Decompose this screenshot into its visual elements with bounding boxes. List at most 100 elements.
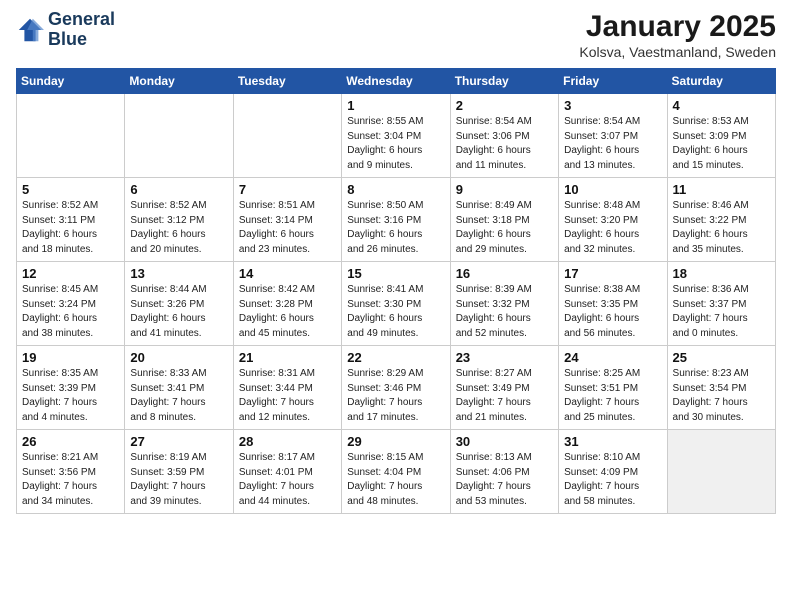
day-info: Sunrise: 8:49 AMSunset: 3:18 PMDaylight:… <box>456 199 553 257</box>
calendar-cell: 5 Sunrise: 8:52 AMSunset: 3:11 PMDaylight… <box>17 178 125 262</box>
day-number: 24 <box>564 350 661 365</box>
weekday-header: Thursday <box>450 69 558 94</box>
day-info: Sunrise: 8:44 AMSunset: 3:26 PMDaylight:… <box>130 283 227 341</box>
day-number: 9 <box>456 182 553 197</box>
calendar-cell: 13 Sunrise: 8:44 AMSunset: 3:26 PMDayligh… <box>125 262 233 346</box>
logo-icon <box>16 16 44 44</box>
day-number: 21 <box>239 350 336 365</box>
header: General Blue January 2025 Kolsva, Vaestm… <box>16 10 776 60</box>
day-number: 13 <box>130 266 227 281</box>
calendar-week-row: 26 Sunrise: 8:21 AMSunset: 3:56 PMDayligh… <box>17 430 776 514</box>
day-number: 10 <box>564 182 661 197</box>
calendar-table: SundayMondayTuesdayWednesdayThursdayFrid… <box>16 68 776 514</box>
day-number: 28 <box>239 434 336 449</box>
calendar-cell: 12Sunrise: 8:45 AMSunset: 3:24 PMDayligh… <box>17 262 125 346</box>
day-number: 11 <box>673 182 770 197</box>
day-info: Sunrise: 8:19 AMSunset: 3:59 PMDaylight:… <box>130 451 227 509</box>
day-number: 3 <box>564 98 661 113</box>
calendar-cell: 20Sunrise: 8:33 AMSunset: 3:41 PMDayligh… <box>125 346 233 430</box>
calendar-cell: 6Sunrise: 8:52 AMSunset: 3:12 PMDaylight… <box>125 178 233 262</box>
day-number: 5 <box>22 182 119 197</box>
day-number: 7 <box>239 182 336 197</box>
calendar-cell: 31Sunrise: 8:10 AMSunset: 4:09 PMDayligh… <box>559 430 667 514</box>
day-info: Sunrise: 8:33 AMSunset: 3:41 PMDaylight:… <box>130 367 227 425</box>
day-info: Sunrise: 8:51 AMSunset: 3:14 PMDaylight:… <box>239 199 336 257</box>
calendar-cell: 28Sunrise: 8:17 AMSunset: 4:01 PMDayligh… <box>233 430 341 514</box>
day-info: Sunrise: 8:23 AMSunset: 3:54 PMDaylight:… <box>673 367 770 425</box>
day-info: Sunrise: 8:38 AMSunset: 3:35 PMDaylight:… <box>564 283 661 341</box>
day-info: Sunrise: 8:15 AMSunset: 4:04 PMDaylight:… <box>347 451 444 509</box>
calendar-week-row: 5 Sunrise: 8:52 AMSunset: 3:11 PMDaylight… <box>17 178 776 262</box>
day-info: Sunrise: 8:45 AMSunset: 3:24 PMDaylight:… <box>22 283 119 341</box>
calendar-cell: 29Sunrise: 8:15 AMSunset: 4:04 PMDayligh… <box>342 430 450 514</box>
day-info: Sunrise: 8:35 AMSunset: 3:39 PMDaylight:… <box>22 367 119 425</box>
day-info: Sunrise: 8:13 AMSunset: 4:06 PMDaylight:… <box>456 451 553 509</box>
day-number: 15 <box>347 266 444 281</box>
day-info: Sunrise: 8:53 AMSunset: 3:09 PMDaylight:… <box>673 115 770 173</box>
calendar-cell: 8 Sunrise: 8:50 AMSunset: 3:16 PMDaylight… <box>342 178 450 262</box>
calendar-cell: 7 Sunrise: 8:51 AMSunset: 3:14 PMDaylight… <box>233 178 341 262</box>
weekday-header: Friday <box>559 69 667 94</box>
calendar-cell: 30 Sunrise: 8:13 AMSunset: 4:06 PMDayligh… <box>450 430 558 514</box>
calendar-cell <box>125 94 233 178</box>
calendar-cell: 4 Sunrise: 8:53 AMSunset: 3:09 PMDaylight… <box>667 94 775 178</box>
day-info: Sunrise: 8:31 AMSunset: 3:44 PMDaylight:… <box>239 367 336 425</box>
location: Kolsva, Vaestmanland, Sweden <box>579 44 776 60</box>
day-number: 17 <box>564 266 661 281</box>
logo: General Blue <box>16 10 115 50</box>
day-info: Sunrise: 8:39 AMSunset: 3:32 PMDaylight:… <box>456 283 553 341</box>
day-info: Sunrise: 8:48 AMSunset: 3:20 PMDaylight:… <box>564 199 661 257</box>
calendar-cell: 21 Sunrise: 8:31 AMSunset: 3:44 PMDayligh… <box>233 346 341 430</box>
calendar-cell: 27 Sunrise: 8:19 AMSunset: 3:59 PMDayligh… <box>125 430 233 514</box>
calendar-cell: 11 Sunrise: 8:46 AMSunset: 3:22 PMDayligh… <box>667 178 775 262</box>
day-info: Sunrise: 8:25 AMSunset: 3:51 PMDaylight:… <box>564 367 661 425</box>
calendar-cell: 22 Sunrise: 8:29 AMSunset: 3:46 PMDayligh… <box>342 346 450 430</box>
day-number: 18 <box>673 266 770 281</box>
calendar-week-row: 1Sunrise: 8:55 AMSunset: 3:04 PMDaylight… <box>17 94 776 178</box>
calendar-cell: 9 Sunrise: 8:49 AMSunset: 3:18 PMDaylight… <box>450 178 558 262</box>
day-number: 30 <box>456 434 553 449</box>
day-number: 31 <box>564 434 661 449</box>
day-info: Sunrise: 8:21 AMSunset: 3:56 PMDaylight:… <box>22 451 119 509</box>
calendar-cell <box>233 94 341 178</box>
calendar-cell: 14 Sunrise: 8:42 AMSunset: 3:28 PMDayligh… <box>233 262 341 346</box>
day-number: 26 <box>22 434 119 449</box>
day-info: Sunrise: 8:55 AMSunset: 3:04 PMDaylight:… <box>347 115 444 173</box>
day-info: Sunrise: 8:52 AMSunset: 3:11 PMDaylight:… <box>22 199 119 257</box>
day-number: 22 <box>347 350 444 365</box>
day-number: 4 <box>673 98 770 113</box>
calendar-cell: 2Sunrise: 8:54 AMSunset: 3:06 PMDaylight… <box>450 94 558 178</box>
day-number: 23 <box>456 350 553 365</box>
calendar-cell: 24 Sunrise: 8:25 AMSunset: 3:51 PMDayligh… <box>559 346 667 430</box>
day-info: Sunrise: 8:52 AMSunset: 3:12 PMDaylight:… <box>130 199 227 257</box>
title-block: January 2025 Kolsva, Vaestmanland, Swede… <box>579 10 776 60</box>
day-number: 14 <box>239 266 336 281</box>
calendar-cell: 15 Sunrise: 8:41 AMSunset: 3:30 PMDayligh… <box>342 262 450 346</box>
calendar-cell: 10 Sunrise: 8:48 AMSunset: 3:20 PMDayligh… <box>559 178 667 262</box>
calendar-header-row: SundayMondayTuesdayWednesdayThursdayFrid… <box>17 69 776 94</box>
calendar-cell: 26 Sunrise: 8:21 AMSunset: 3:56 PMDayligh… <box>17 430 125 514</box>
day-info: Sunrise: 8:46 AMSunset: 3:22 PMDaylight:… <box>673 199 770 257</box>
day-info: Sunrise: 8:50 AMSunset: 3:16 PMDaylight:… <box>347 199 444 257</box>
day-number: 25 <box>673 350 770 365</box>
logo-line2: Blue <box>48 30 115 50</box>
month-title: January 2025 <box>579 10 776 44</box>
logo-text: General Blue <box>48 10 115 50</box>
day-number: 8 <box>347 182 444 197</box>
weekday-header: Monday <box>125 69 233 94</box>
day-number: 27 <box>130 434 227 449</box>
calendar-week-row: 12Sunrise: 8:45 AMSunset: 3:24 PMDayligh… <box>17 262 776 346</box>
calendar-cell: 1Sunrise: 8:55 AMSunset: 3:04 PMDaylight… <box>342 94 450 178</box>
day-info: Sunrise: 8:41 AMSunset: 3:30 PMDaylight:… <box>347 283 444 341</box>
logo-line1: General <box>48 10 115 30</box>
day-info: Sunrise: 8:42 AMSunset: 3:28 PMDaylight:… <box>239 283 336 341</box>
weekday-header: Wednesday <box>342 69 450 94</box>
day-number: 2 <box>456 98 553 113</box>
calendar-cell <box>17 94 125 178</box>
calendar-cell: 18 Sunrise: 8:36 AMSunset: 3:37 PMDayligh… <box>667 262 775 346</box>
weekday-header: Saturday <box>667 69 775 94</box>
calendar-cell: 25 Sunrise: 8:23 AMSunset: 3:54 PMDayligh… <box>667 346 775 430</box>
calendar-cell <box>667 430 775 514</box>
day-info: Sunrise: 8:29 AMSunset: 3:46 PMDaylight:… <box>347 367 444 425</box>
day-info: Sunrise: 8:36 AMSunset: 3:37 PMDaylight:… <box>673 283 770 341</box>
